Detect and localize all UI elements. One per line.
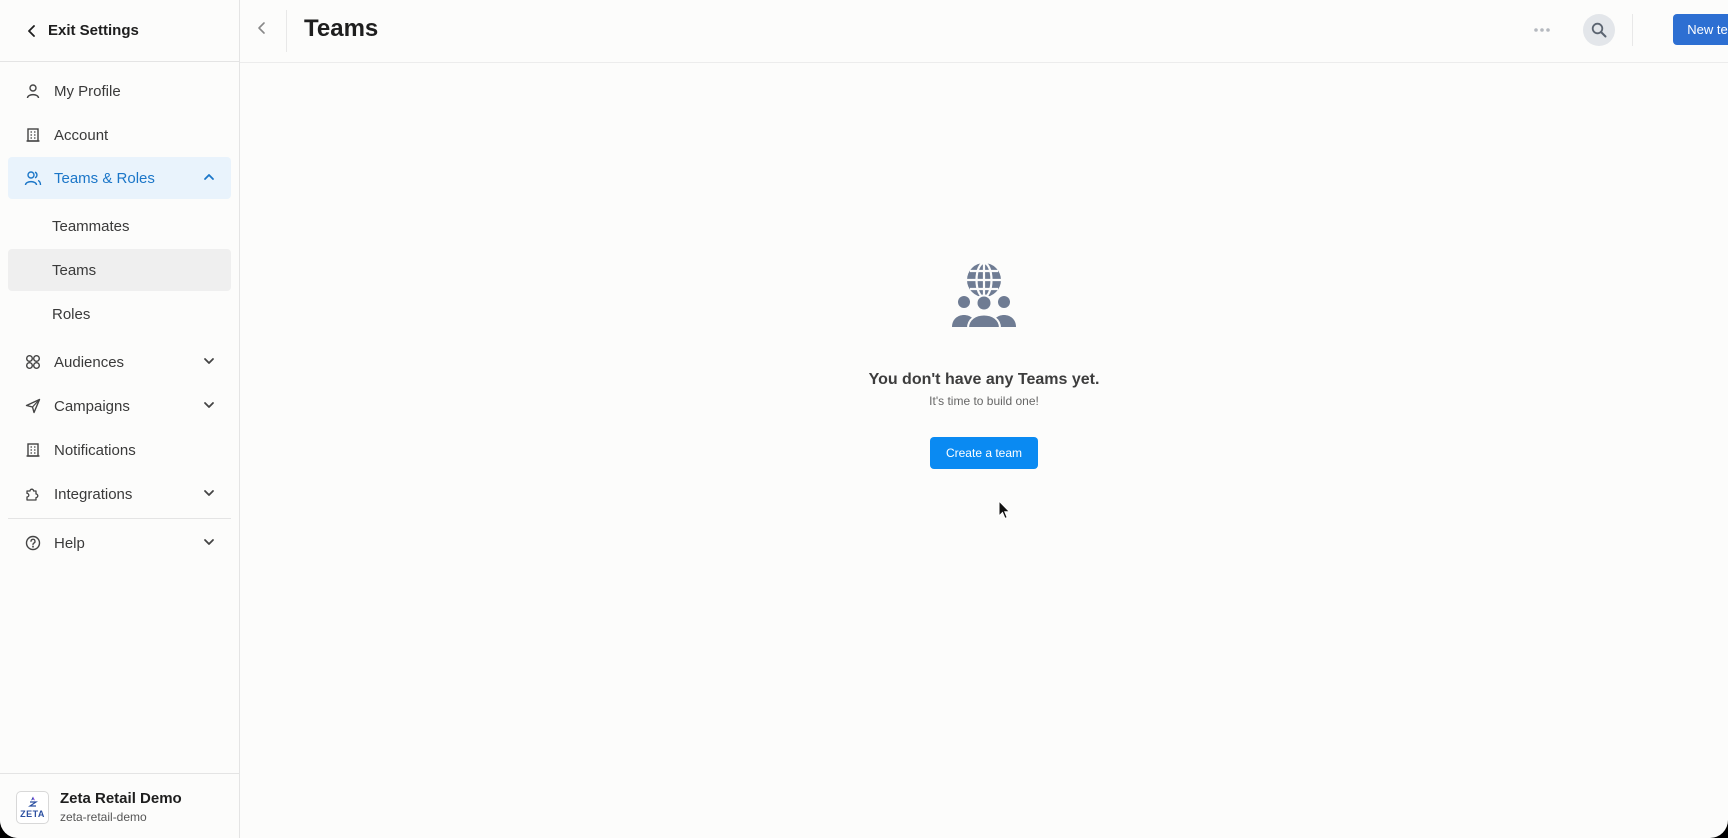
sidebar-subitem-teammates[interactable]: Teammates bbox=[8, 205, 231, 247]
org-slug: zeta-retail-demo bbox=[60, 810, 147, 824]
sidebar-item-label: Notifications bbox=[54, 441, 136, 459]
sidebar-item-help[interactable]: Help bbox=[8, 522, 231, 564]
building-icon bbox=[24, 441, 42, 459]
sidebar-item-integrations[interactable]: Integrations bbox=[8, 473, 231, 515]
more-options-button[interactable] bbox=[1530, 20, 1554, 40]
sidebar-subitem-label: Teams bbox=[52, 261, 97, 279]
sidebar-item-notifications[interactable]: Notifications bbox=[8, 429, 231, 471]
puzzle-icon bbox=[24, 485, 42, 503]
chevron-up-icon bbox=[204, 174, 214, 180]
teams-globe-icon bbox=[950, 261, 1018, 329]
help-icon bbox=[24, 534, 42, 552]
search-icon bbox=[1591, 22, 1607, 38]
ellipsis-icon bbox=[1534, 28, 1550, 32]
sidebar-item-label: Teams & Roles bbox=[54, 169, 155, 187]
sidebar-subitem-teams[interactable]: Teams bbox=[8, 249, 231, 291]
sidebar-item-label: Integrations bbox=[54, 485, 133, 503]
sidebar-item-label: Help bbox=[54, 534, 85, 552]
page-header: Teams New team bbox=[240, 0, 1728, 63]
sidebar-subitem-roles[interactable]: Roles bbox=[8, 293, 231, 335]
org-switcher[interactable]: ZETA Zeta Retail Demo zeta-retail-demo bbox=[0, 773, 239, 838]
chevron-down-icon bbox=[204, 490, 214, 496]
org-logo-text: ZETA bbox=[20, 809, 45, 819]
collapse-sidebar-button[interactable] bbox=[256, 21, 268, 40]
chevron-down-icon bbox=[204, 358, 214, 364]
users-icon bbox=[24, 169, 42, 187]
chevron-left-icon bbox=[258, 22, 265, 34]
org-name: Zeta Retail Demo bbox=[60, 790, 182, 807]
mouse-cursor-icon bbox=[998, 499, 1012, 525]
sidebar-subitem-label: Roles bbox=[52, 305, 91, 323]
header-divider bbox=[286, 10, 287, 52]
chevron-left-icon bbox=[28, 24, 35, 37]
building-icon bbox=[24, 126, 42, 144]
empty-state-subtitle: It's time to build one! bbox=[929, 394, 1039, 408]
new-team-button[interactable]: New team bbox=[1673, 14, 1728, 45]
user-icon bbox=[24, 82, 42, 100]
audiences-icon bbox=[24, 353, 42, 371]
settings-sidebar: Exit Settings My Profile Account Teams &… bbox=[0, 0, 240, 838]
sidebar-item-teams-roles[interactable]: Teams & Roles bbox=[8, 157, 231, 199]
page-title: Teams bbox=[304, 15, 379, 42]
sidebar-item-label: Account bbox=[54, 126, 109, 144]
sidebar-subitem-label: Teammates bbox=[52, 217, 130, 235]
chevron-down-icon bbox=[204, 539, 214, 545]
empty-state-title: You don't have any Teams yet. bbox=[868, 371, 1100, 388]
zeta-logo-icon bbox=[27, 796, 38, 807]
search-button[interactable] bbox=[1583, 14, 1615, 46]
create-team-button[interactable]: Create a team bbox=[930, 437, 1038, 469]
exit-settings-label: Exit Settings bbox=[48, 22, 139, 39]
sidebar-item-account[interactable]: Account bbox=[8, 114, 231, 156]
sidebar-divider bbox=[8, 518, 231, 519]
app-window: Exit Settings My Profile Account Teams &… bbox=[0, 0, 1728, 838]
sidebar-item-label: My Profile bbox=[54, 82, 121, 100]
sidebar-item-my-profile[interactable]: My Profile bbox=[8, 70, 231, 112]
sidebar-item-label: Audiences bbox=[54, 353, 125, 371]
exit-settings-button[interactable]: Exit Settings bbox=[0, 0, 239, 62]
header-divider bbox=[1632, 14, 1633, 46]
org-logo: ZETA bbox=[16, 791, 49, 824]
